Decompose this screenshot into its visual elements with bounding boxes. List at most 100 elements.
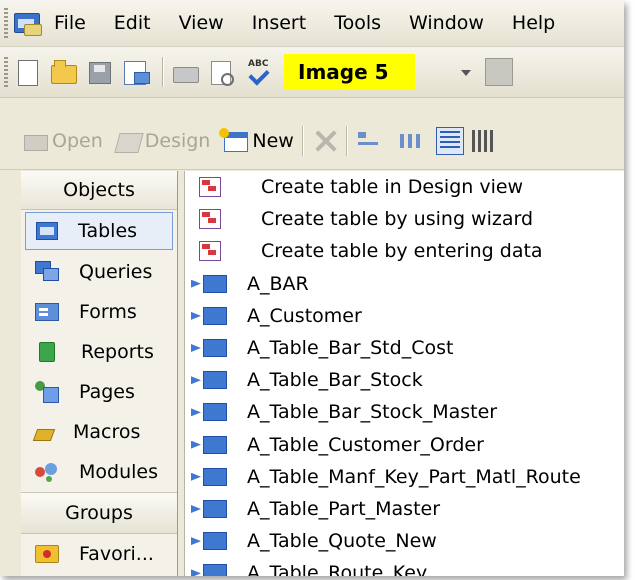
group-favorites[interactable]: Favori...: [21, 534, 177, 574]
menu-window[interactable]: Window: [409, 12, 484, 34]
toolbar-separator: [301, 126, 304, 156]
list-item-label: Create table by entering data: [261, 240, 543, 263]
toolbar-grip[interactable]: [4, 57, 8, 87]
list-item-label: Create table by using wizard: [261, 208, 534, 231]
groups-header[interactable]: Groups: [21, 492, 177, 534]
list-item-label: A_Table_Bar_Stock: [247, 369, 423, 392]
new-icon[interactable]: [12, 57, 42, 87]
wizard-icon: [199, 240, 221, 262]
object-modules[interactable]: Modules: [21, 452, 177, 492]
table-list: Create table in Design view Create table…: [184, 171, 624, 576]
linked-table-icon: [191, 562, 229, 576]
wizard-icon: [199, 176, 221, 198]
large-icons-view-icon[interactable]: [356, 128, 382, 154]
new-button-label: New: [252, 130, 294, 152]
form-icon: [35, 303, 59, 321]
list-item-label: A_Customer: [247, 304, 362, 327]
open-icon[interactable]: [48, 57, 78, 87]
list-item[interactable]: A_Table_Bar_Std_Cost: [185, 332, 624, 364]
object-forms[interactable]: Forms: [21, 292, 177, 332]
list-item-label: Create table in Design view: [261, 176, 524, 199]
list-item[interactable]: A_Table_Part_Master: [185, 493, 624, 525]
linked-table-icon: [191, 530, 229, 552]
delete-icon[interactable]: [312, 128, 338, 154]
menu-help[interactable]: Help: [512, 12, 555, 34]
object-label: Pages: [79, 381, 135, 403]
print-icon[interactable]: [170, 57, 200, 87]
object-tables[interactable]: Tables: [25, 212, 173, 250]
image-label: Image 5: [284, 54, 415, 90]
list-item-label: A_Table_Bar_Std_Cost: [247, 337, 454, 360]
new-button[interactable]: New: [219, 128, 294, 153]
access-app-icon[interactable]: [12, 10, 42, 36]
list-item-label: A_Table_Customer_Order: [247, 433, 484, 456]
menu-tools[interactable]: Tools: [334, 12, 381, 34]
toolbar-separator: [162, 57, 164, 87]
toolbar-grip[interactable]: [4, 8, 8, 38]
linked-table-icon: [191, 337, 229, 359]
spelling-icon[interactable]: ABC: [242, 57, 272, 87]
standard-toolbar: ABC Image 5: [0, 47, 624, 98]
module-icon: [35, 461, 59, 483]
chevron-down-icon[interactable]: [451, 57, 481, 87]
object-pages[interactable]: Pages: [21, 372, 177, 412]
database-window-toolbar: Open Design New: [0, 113, 624, 170]
office-links-icon[interactable]: [484, 58, 513, 86]
favorites-folder-icon: [35, 545, 59, 563]
menu-insert[interactable]: Insert: [252, 12, 307, 34]
menu-file[interactable]: File: [54, 12, 86, 34]
wizard-item-entering-data[interactable]: Create table by entering data: [185, 235, 624, 267]
object-queries[interactable]: Queries: [21, 252, 177, 292]
list-item-label: A_BAR: [247, 272, 309, 295]
objects-header[interactable]: Objects: [21, 171, 177, 210]
list-item[interactable]: A_Table_Bar_Stock: [185, 364, 624, 396]
new-object-icon: [219, 128, 249, 153]
menu-edit[interactable]: Edit: [114, 12, 151, 34]
objects-bar: Objects Tables Queries Forms Reports Pag…: [21, 171, 178, 576]
list-item-label: A_Table_Part_Master: [247, 497, 441, 520]
list-item-label: A_Table_Route_Key: [247, 562, 428, 576]
print-preview-icon[interactable]: [206, 57, 236, 87]
list-item[interactable]: A_Table_Manf_Key_Part_Matl_Route: [185, 461, 624, 493]
linked-table-icon: [191, 305, 229, 327]
object-label: Reports: [81, 341, 154, 363]
linked-table-icon: [191, 401, 229, 423]
design-button-label: Design: [144, 130, 211, 152]
macro-icon: [32, 429, 56, 441]
linked-table-icon: [191, 466, 229, 488]
object-label: Queries: [79, 261, 153, 283]
open-button-label: Open: [52, 130, 103, 152]
open-button[interactable]: Open: [22, 129, 103, 153]
open-table-icon: [22, 129, 48, 153]
object-reports[interactable]: Reports: [21, 332, 177, 372]
menu-bar: File Edit View Insert Tools Window Help: [0, 0, 624, 47]
list-item[interactable]: A_Table_Route_Key: [185, 557, 624, 576]
wizard-item-design-view[interactable]: Create table in Design view: [185, 171, 624, 203]
list-item[interactable]: A_Table_Quote_New: [185, 525, 624, 557]
list-item-label: A_Table_Bar_Stock_Master: [247, 401, 498, 424]
menu-view[interactable]: View: [179, 12, 224, 34]
details-view-icon[interactable]: [470, 128, 498, 154]
table-icon: [36, 222, 58, 240]
access-database-window: File Edit View Insert Tools Window Help …: [0, 0, 624, 576]
object-label: Forms: [79, 301, 137, 323]
list-item[interactable]: A_Customer: [185, 300, 624, 332]
list-item[interactable]: A_Table_Bar_Stock_Master: [185, 396, 624, 428]
list-view-icon[interactable]: [435, 127, 464, 155]
wizard-icon: [199, 208, 221, 230]
list-item[interactable]: A_BAR: [185, 268, 624, 300]
object-macros[interactable]: Macros: [21, 412, 177, 452]
group-label: Favori...: [79, 543, 154, 565]
list-item-label: A_Table_Quote_New: [247, 530, 437, 553]
linked-table-icon: [191, 434, 229, 456]
properties-icon[interactable]: [120, 57, 150, 87]
wizard-item-using-wizard[interactable]: Create table by using wizard: [185, 203, 624, 235]
object-label: Macros: [73, 421, 141, 443]
list-item[interactable]: A_Table_Customer_Order: [185, 429, 624, 461]
toolbar-separator: [345, 126, 348, 156]
query-icon: [35, 261, 59, 283]
design-button[interactable]: Design: [114, 129, 211, 153]
save-icon[interactable]: [84, 57, 114, 87]
report-icon: [39, 342, 55, 362]
small-icons-view-icon[interactable]: [396, 128, 426, 154]
